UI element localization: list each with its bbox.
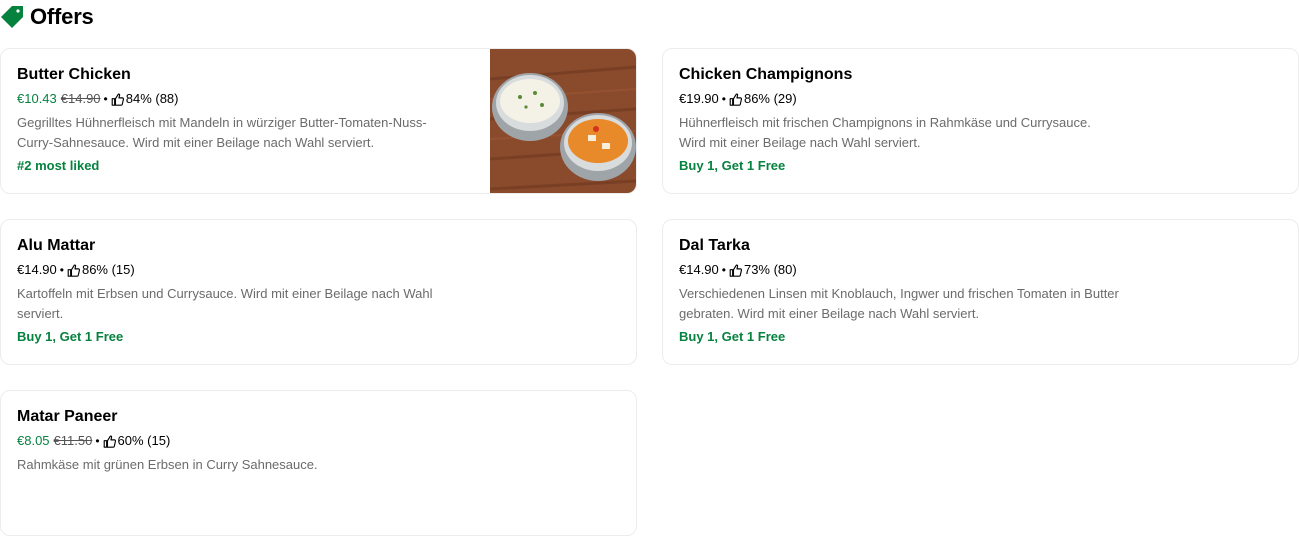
item-name: Alu Mattar [17, 237, 96, 254]
card-body: Butter Chicken €10.43 €14.90 • 84% (88) … [17, 65, 477, 175]
rating: 86% (15) [81, 262, 135, 277]
menu-item-card[interactable]: Chicken Champignons €19.90 • 86% (29) Hü… [662, 48, 1299, 194]
card-body: Chicken Champignons €19.90 • 86% (29) Hü… [679, 65, 1139, 175]
thumbs-up-icon [729, 93, 742, 106]
item-description: Gegrilltes Hühnerfleisch mit Mandeln in … [17, 115, 427, 150]
menu-item-card[interactable]: Matar Paneer €8.05 €11.50 • 60% (15) Rah… [0, 390, 637, 536]
separator-dot: • [59, 263, 64, 277]
item-description: Rahmkäse mit grünen Erbsen in Curry Sahn… [17, 457, 318, 472]
item-meta: €14.90 • 73% (80) [679, 261, 1139, 279]
separator-dot: • [103, 92, 108, 106]
menu-item-card[interactable]: Dal Tarka €14.90 • 73% (80) Verschiedene… [662, 219, 1299, 365]
item-meta: €8.05 €11.50 • 60% (15) [17, 432, 477, 450]
original-price: €11.50 [53, 433, 93, 448]
separator-dot: • [721, 263, 726, 277]
tag-icon [1, 6, 23, 28]
price: €14.90 [679, 262, 719, 277]
item-badge: Buy 1, Get 1 Free [679, 158, 786, 173]
rating: 86% (29) [743, 91, 797, 106]
separator-dot: • [95, 434, 100, 448]
item-name: Dal Tarka [679, 237, 750, 254]
thumbs-up-icon [111, 93, 124, 106]
item-name: Matar Paneer [17, 408, 118, 425]
card-body: Matar Paneer €8.05 €11.50 • 60% (15) Rah… [17, 407, 477, 475]
menu-item-card[interactable]: Alu Mattar €14.90 • 86% (15) Kartoffeln … [0, 219, 637, 365]
item-meta: €14.90 • 86% (15) [17, 261, 477, 279]
card-body: Dal Tarka €14.90 • 73% (80) Verschiedene… [679, 236, 1139, 346]
separator-dot: • [721, 92, 726, 106]
thumbs-up-icon [67, 264, 80, 277]
item-name: Butter Chicken [17, 66, 131, 83]
item-description: Hühnerfleisch mit frischen Champignons i… [679, 115, 1091, 150]
original-price: €14.90 [60, 91, 101, 106]
section-title: Offers [30, 4, 94, 29]
food-photo [490, 49, 636, 193]
thumbs-up-icon [729, 264, 742, 277]
price: €19.90 [679, 91, 719, 106]
item-badge: Buy 1, Get 1 Free [679, 329, 786, 344]
rating: 84% (88) [125, 91, 179, 106]
item-meta: €19.90 • 86% (29) [679, 90, 1139, 108]
item-description: Verschiedenen Linsen mit Knoblauch, Ingw… [679, 286, 1119, 321]
price: €14.90 [17, 262, 57, 277]
rating: 60% (15) [117, 433, 171, 448]
sale-price: €10.43 [17, 91, 57, 106]
item-name: Chicken Champignons [679, 66, 853, 83]
menu-item-card[interactable]: Butter Chicken €10.43 €14.90 • 84% (88) … [0, 48, 637, 194]
sale-price: €8.05 [17, 433, 50, 448]
item-badge: Buy 1, Get 1 Free [17, 329, 124, 344]
section-header: Offers [0, 3, 94, 31]
item-badge: #2 most liked [17, 158, 100, 173]
card-body: Alu Mattar €14.90 • 86% (15) Kartoffeln … [17, 236, 477, 346]
item-meta: €10.43 €14.90 • 84% (88) [17, 90, 477, 108]
item-description: Kartoffeln mit Erbsen und Currysauce. Wi… [17, 286, 433, 321]
rating: 73% (80) [743, 262, 797, 277]
thumbs-up-icon [103, 435, 116, 448]
